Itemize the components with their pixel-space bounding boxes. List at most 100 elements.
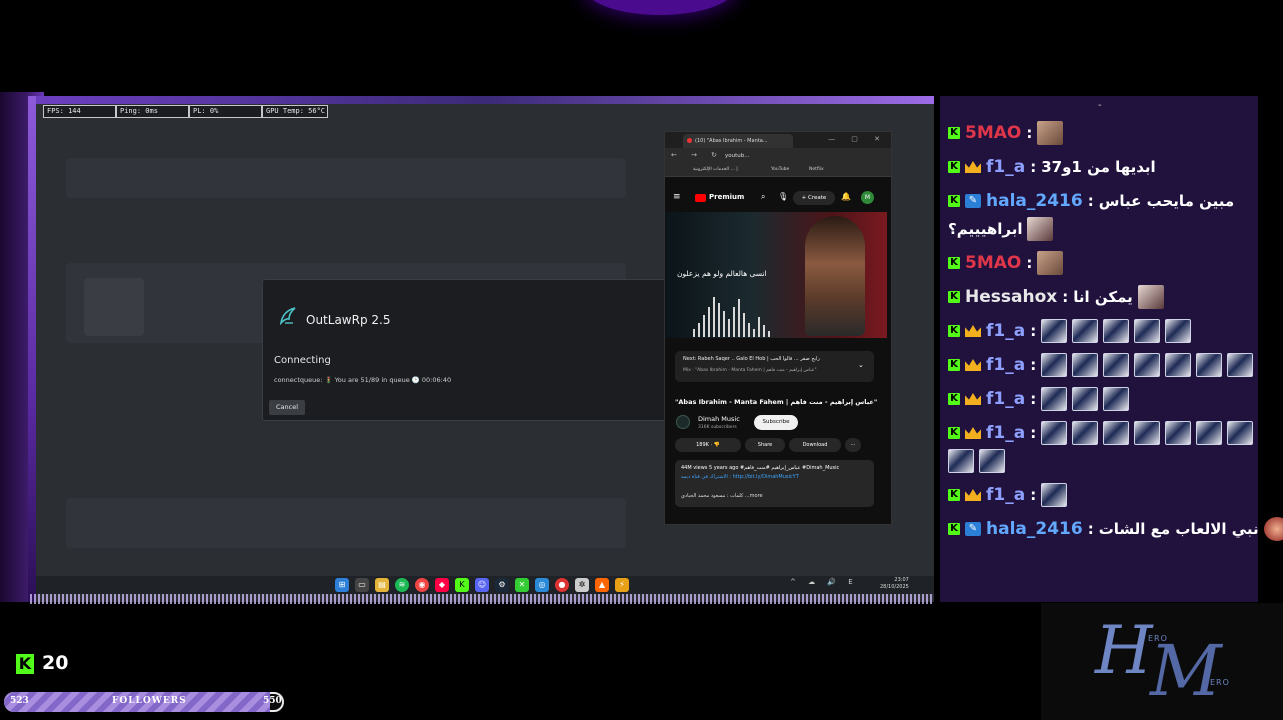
system-tray[interactable]: ^ ☁ 🔊 E <box>790 578 858 586</box>
task-view-icon[interactable]: ▭ <box>355 578 369 592</box>
window-controls[interactable]: — ▢ ✕ <box>828 135 887 143</box>
chat-separator: : <box>1087 192 1094 210</box>
kick-badge-icon: K <box>948 489 960 501</box>
chat-username[interactable]: f1_a <box>986 389 1025 409</box>
blurred-thumbnail <box>84 278 144 336</box>
chat-username[interactable]: f1_a <box>986 485 1025 505</box>
up-next-title: Next: Rabeh Saqer .. Galo El Hob | رابح … <box>683 356 820 362</box>
chat-message: Kf1_a: <box>948 386 1130 412</box>
channel-name[interactable]: Dimah Music <box>698 415 740 423</box>
crown-badge-icon <box>965 359 981 371</box>
card-emote-icon <box>1196 421 1223 445</box>
kick-badge-icon: K <box>948 161 960 173</box>
card-emote-icon <box>1103 319 1130 343</box>
fivem-icon[interactable]: ⚡ <box>615 578 629 592</box>
chat-username[interactable]: f1_a <box>986 355 1025 375</box>
search-icon[interactable]: ⌕ <box>761 192 765 202</box>
chat-message: Kf1_a: <box>948 352 1254 378</box>
menu-icon[interactable]: ≡ <box>673 192 681 202</box>
audio-waveform <box>693 292 770 337</box>
chat-username[interactable]: f1_a <box>986 157 1025 177</box>
crown-badge-icon <box>965 393 981 405</box>
app-icon[interactable]: ◎ <box>535 578 549 592</box>
chrome-icon[interactable]: ◉ <box>415 578 429 592</box>
crown-badge-icon <box>965 161 981 173</box>
subscribe-button[interactable]: Subscribe <box>754 415 798 430</box>
share-button[interactable]: Share <box>745 438 785 452</box>
crown-badge-icon <box>965 489 981 501</box>
kick-icon[interactable]: K <box>455 578 469 592</box>
chat-separator: : <box>1087 520 1094 538</box>
recorder-icon[interactable]: ● <box>555 578 569 592</box>
card-emote-icon <box>1103 421 1130 445</box>
chat-username[interactable]: Hessahox <box>965 287 1057 307</box>
folder-icon[interactable]: ▤ <box>375 578 389 592</box>
launcher-icon[interactable]: ▲ <box>595 578 609 592</box>
blurred-footer <box>66 498 626 548</box>
kick-badge-icon: K <box>948 291 960 303</box>
connecting-dialog: OutLawRp 2.5 Connecting connectqueue: 🚦 … <box>262 279 667 421</box>
brave-icon[interactable]: ◆ <box>435 578 449 592</box>
mic-icon[interactable]: 🎙 <box>778 192 788 201</box>
chat-username[interactable]: hala_2416 <box>986 519 1083 539</box>
card-emote-icon <box>1227 353 1254 377</box>
packet-loss-stat: PL: 0% <box>189 105 262 118</box>
chat-message: Kf1_a: <box>948 482 1068 508</box>
nav-buttons-icon[interactable]: ← → ↻ <box>671 151 723 159</box>
clock-date: 28/10/2025 <box>880 584 909 590</box>
notifications-icon[interactable]: 🔔 <box>841 192 851 201</box>
logo-letter-h: H <box>1095 612 1153 689</box>
logo-text-bottom: ERO <box>1210 678 1230 687</box>
screen-top-strip <box>36 96 934 104</box>
bookmark-netflix[interactable]: Netflix <box>809 167 824 172</box>
steam-icon[interactable]: ⚙ <box>495 578 509 592</box>
description-link[interactable]: الاشتراك في قناة ديمه : http://bit.ly/Di… <box>681 474 799 480</box>
kick-badge-icon: K <box>948 195 960 207</box>
card-emote-icon <box>1134 353 1161 377</box>
chat-message: K Hessahox: يمكن انا <box>948 284 1164 310</box>
channel-avatar[interactable] <box>676 415 690 429</box>
video-title: "Abas Ibrahim - Manta Fahem | عباس إبراه… <box>675 398 878 406</box>
card-emote-icon <box>979 449 1005 473</box>
chat-message: K 5MAO: <box>948 120 1064 146</box>
browser-tab[interactable]: (10) "Abas Ibrahim - Manta... <box>683 134 793 148</box>
settings-icon[interactable]: ✲ <box>575 578 589 592</box>
more-actions-icon[interactable]: ⋯ <box>845 438 861 452</box>
chat-username[interactable]: hala_2416 <box>986 191 1083 211</box>
start-icon[interactable]: ⊞ <box>335 578 349 592</box>
chat-text: ابراهيييم؟ <box>948 220 1023 238</box>
chat-text: ابديها من 1و37 <box>1041 158 1156 176</box>
follower-current: 523 <box>10 696 29 706</box>
girl-emote-icon <box>1027 217 1054 241</box>
chat-username[interactable]: f1_a <box>986 321 1025 341</box>
spotify-icon[interactable]: ≋ <box>395 578 409 592</box>
bookmarks-bar: الخدمات الإلكترونية ... | YouTube Netfli… <box>665 164 891 177</box>
xbox-icon[interactable]: ✕ <box>515 578 529 592</box>
url-field[interactable]: youtub... <box>725 151 765 161</box>
discord-icon[interactable]: ☺ <box>475 578 489 592</box>
youtube-premium-label: Premium <box>709 193 745 201</box>
chat-username[interactable]: 5MAO <box>965 123 1021 143</box>
bookmark-services[interactable]: الخدمات الإلكترونية ... | <box>693 167 738 172</box>
like-button[interactable]: 189K · 👎 <box>675 438 741 452</box>
card-emote-icon <box>1072 421 1099 445</box>
youtube-logo-icon[interactable] <box>695 194 706 202</box>
chat-username[interactable]: f1_a <box>986 423 1025 443</box>
girl-emote-icon <box>1137 285 1164 309</box>
top-glow <box>585 0 735 15</box>
chat-username[interactable]: 5MAO <box>965 253 1021 273</box>
card-emote-icon <box>1072 353 1099 377</box>
follower-goal: 550 <box>263 696 282 706</box>
cancel-button[interactable]: Cancel <box>269 400 305 415</box>
taskbar-clock[interactable]: 23:07 28/10/2025 <box>880 577 909 591</box>
download-button[interactable]: Download <box>789 438 841 452</box>
youtube-favicon-icon <box>687 138 692 143</box>
bookmark-youtube[interactable]: YouTube <box>771 167 789 172</box>
card-emote-icon <box>1041 483 1068 507</box>
chat-message: ابراهيييم؟ <box>948 216 1054 242</box>
card-emote-icon <box>948 449 974 473</box>
create-button[interactable]: + Create <box>793 191 835 205</box>
chevron-down-icon[interactable]: ⌄ <box>858 361 864 369</box>
kick-viewer-count: 20 <box>42 652 69 674</box>
account-avatar[interactable]: M <box>861 191 874 204</box>
